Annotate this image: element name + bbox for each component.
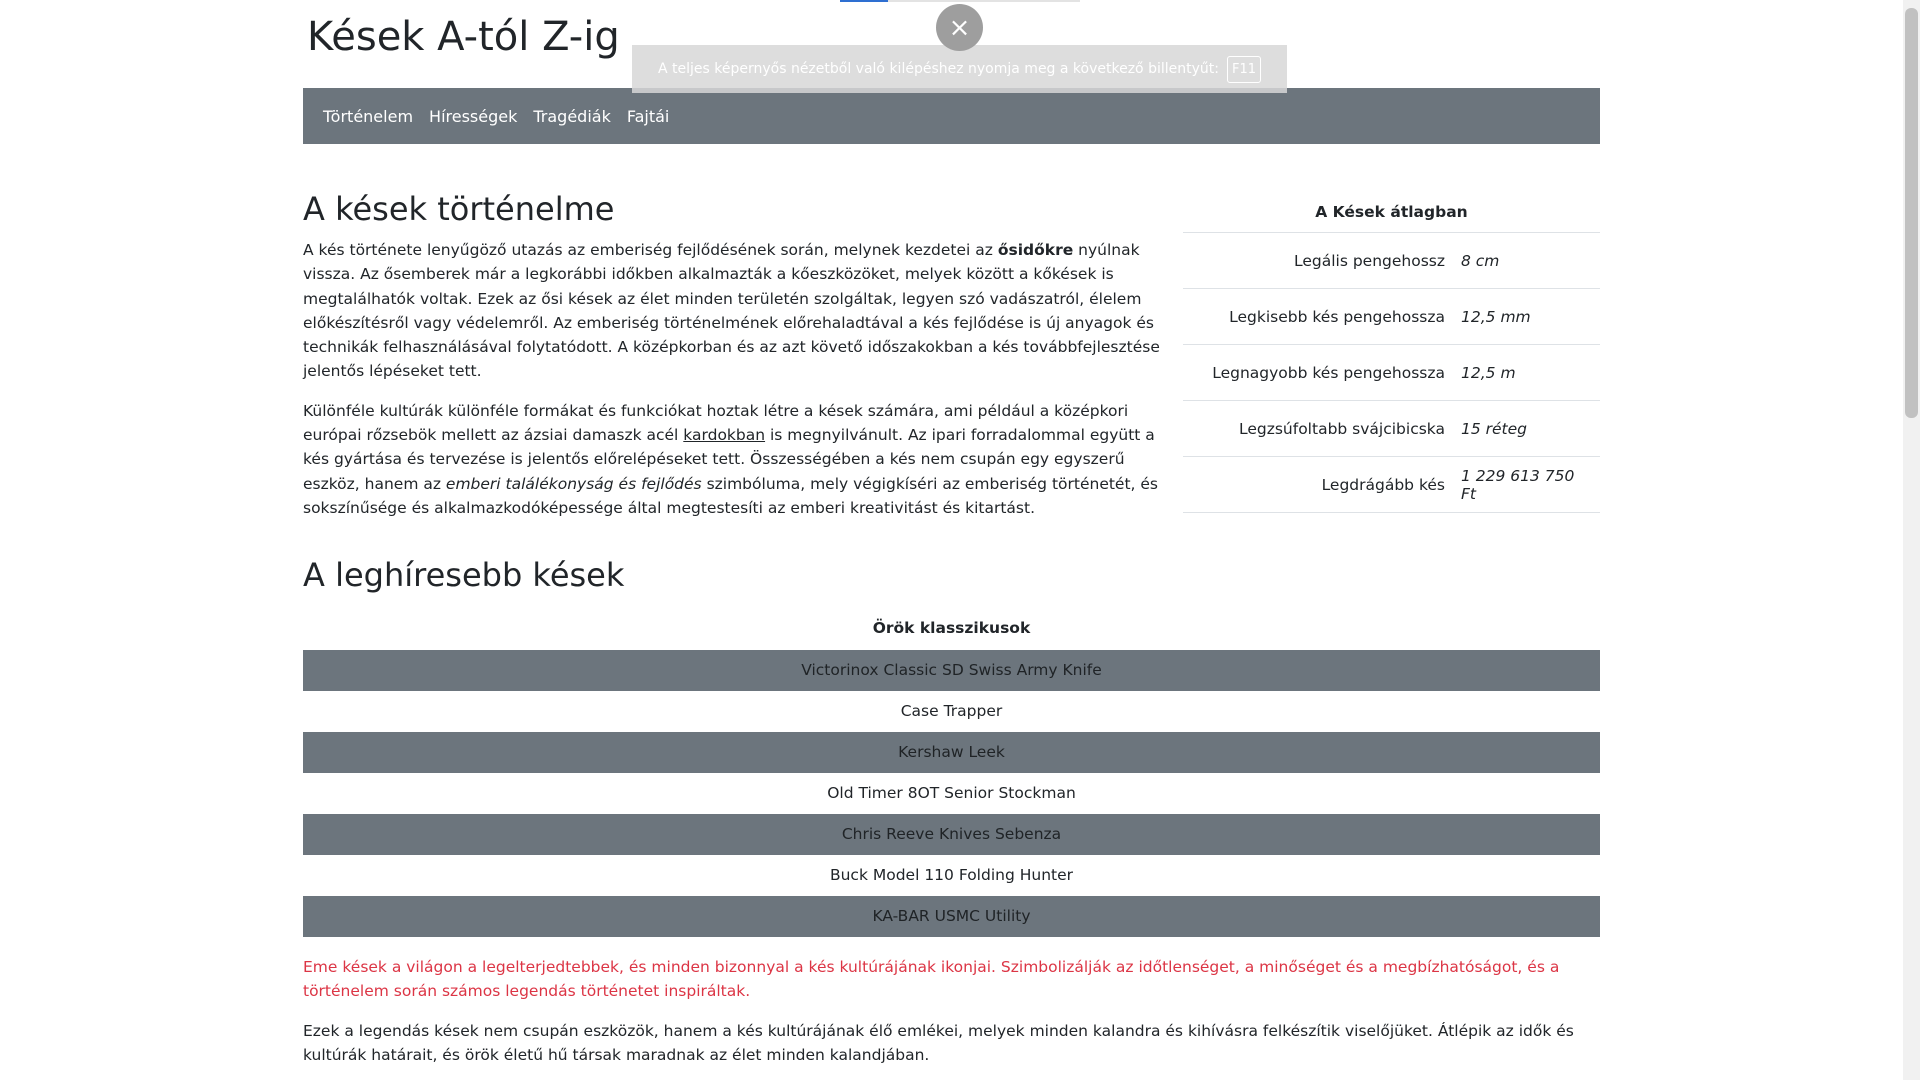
fullscreen-exit-banner: A teljes képernyős nézetből való kilépés… <box>632 45 1287 93</box>
table-row: Legdrágább kés 1 229 613 750 Ft <box>1183 456 1600 513</box>
stat-value: 12,5 m <box>1453 344 1600 401</box>
history-paragraph-2: Különféle kultúrák különféle formákat és… <box>303 399 1161 520</box>
history-p2-italic: emberi találékonyság és fejlődés <box>445 474 702 493</box>
stat-value: 1 229 613 750 Ft <box>1453 456 1600 513</box>
stat-value: 15 réteg <box>1453 400 1600 457</box>
close-icon[interactable]: × <box>936 4 983 51</box>
scrollbar-thumb[interactable] <box>1905 8 1918 418</box>
nav-item-tortenelem[interactable]: Történelem <box>323 107 413 126</box>
stat-label: Legkisebb kés pengehossza <box>1183 288 1453 345</box>
history-p1-text: A kés története lenyűgöző utazás az embe… <box>303 241 998 259</box>
stat-value: 12,5 mm <box>1453 288 1600 345</box>
navbar: Történelem Hírességek Tragédiák Fajtái <box>303 88 1600 144</box>
tab-strip-indicator-active <box>840 0 888 2</box>
history-p1-bold: ősidőkre <box>997 241 1074 259</box>
fullscreen-message: A teljes képernyős nézetből való kilépés… <box>657 61 1219 77</box>
list-item: KA-BAR USMC Utility <box>303 896 1600 937</box>
stats-caption: A Kések átlagban <box>1315 203 1468 221</box>
list-item: Old Timer 8OT Senior Stockman <box>827 784 1076 802</box>
stats-table: Legális pengehossz 8 cm Legkisebb kés pe… <box>1183 232 1600 513</box>
stat-label: Legális pengehossz <box>1183 232 1453 289</box>
history-p1-text-rest: nyúlnak vissza. Az ősemberek már a legko… <box>303 241 1160 381</box>
knife-list: Victorinox Classic SD Swiss Army Knife C… <box>303 650 1600 937</box>
stat-value: 8 cm <box>1453 232 1600 289</box>
site-title: Kések A-tól Z-ig <box>307 14 620 60</box>
list-item: Buck Model 110 Folding Hunter <box>829 866 1074 884</box>
history-section: A kések történelme A kés története lenyű… <box>303 190 1161 535</box>
f11-key-badge: F11 <box>1226 55 1261 83</box>
table-row: Legnagyobb kés pengehossza 12,5 m <box>1183 344 1600 401</box>
list-item: Case Trapper <box>900 702 1003 720</box>
history-heading: A kések történelme <box>303 190 615 228</box>
list-item: Chris Reeve Knives Sebenza <box>303 814 1600 855</box>
table-row: Legális pengehossz 8 cm <box>1183 232 1600 289</box>
history-paragraph-1: A kés története lenyűgöző utazás az embe… <box>303 238 1161 384</box>
list-item: Kershaw Leek <box>303 732 1600 773</box>
stat-label: Legnagyobb kés pengehossza <box>1183 344 1453 401</box>
table-row: Legkisebb kés pengehossza 12,5 mm <box>1183 288 1600 345</box>
table-row: Legzsúfoltabb svájcibicska 15 réteg <box>1183 400 1600 457</box>
famous-heading: A leghíresebb kések <box>303 556 625 594</box>
nav-item-tragediak[interactable]: Tragédiák <box>533 107 610 126</box>
page: Kések A-tól Z-ig Történelem Hírességek T… <box>0 0 1920 1080</box>
stat-label: Legzsúfoltabb svájcibicska <box>1183 400 1453 457</box>
stats-table-container: A Kések átlagban Legális pengehossz 8 cm… <box>1183 200 1600 513</box>
nav-item-fajtai[interactable]: Fajtái <box>627 107 670 126</box>
famous-note-red: Eme kések a világon a legelterjedtebbek,… <box>303 958 1560 1001</box>
nav-item-hiressegek[interactable]: Hírességek <box>429 107 517 126</box>
classics-caption: Örök klasszikusok <box>872 619 1031 637</box>
vertical-scrollbar[interactable] <box>1903 0 1920 1080</box>
famous-note: Ezek a legendás kések nem csupán eszközö… <box>303 1021 1574 1064</box>
kardokban-link[interactable]: kardokban <box>683 426 765 444</box>
stat-label: Legdrágább kés <box>1183 456 1453 513</box>
list-item: Victorinox Classic SD Swiss Army Knife <box>303 650 1600 691</box>
famous-section: A leghíresebb kések Örök klasszikusok Vi… <box>303 556 1600 1067</box>
